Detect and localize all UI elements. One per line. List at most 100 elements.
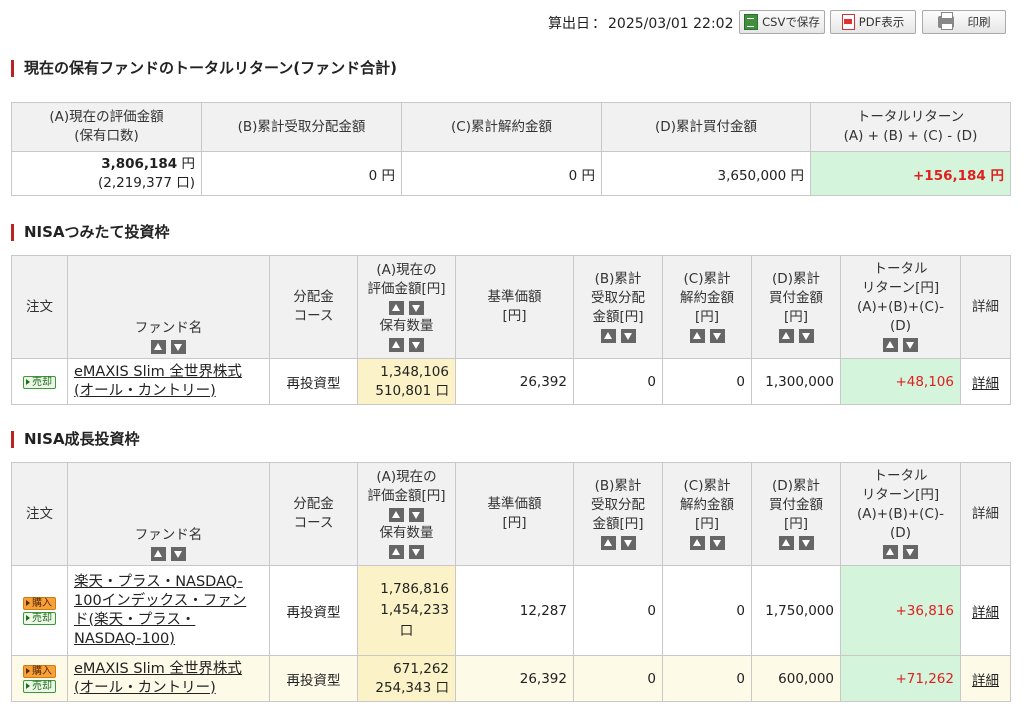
summary-value-row: 3,806,184 円 (2,219,377 口) 0 円 0 円 3,650,… — [11, 151, 1011, 196]
a-value-cell: 1,786,816 1,454,233 口 — [357, 565, 456, 656]
c-cell: 0 — [662, 358, 752, 405]
toolbar: 算出日： 2025/03/01 22:02 CSVで保存 PDF表示 印刷 — [0, 10, 1024, 36]
col-detail: 詳細 — [960, 462, 1011, 566]
summary-table: (A)現在の評価金額 (保有口数) (B)累計受取分配金額 (C)累計解約金額 (… — [11, 102, 1011, 196]
summary-value-a: 3,806,184 円 (2,219,377 口) — [11, 151, 202, 196]
sort-up-icon[interactable] — [600, 328, 616, 343]
b-cell: 0 — [573, 655, 663, 702]
summary-value-d: 3,650,000 円 — [601, 151, 811, 196]
pdf-view-label: PDF表示 — [858, 15, 905, 29]
col-b: (B)累計 受取分配 金額[円] — [573, 255, 663, 359]
sell-button[interactable]: 売却 — [23, 611, 56, 625]
a-value-cell: 671,262 254,343 口 — [357, 655, 456, 702]
col-c: (C)累計 解約金額 [円] — [662, 462, 752, 566]
tsumitate-table: 注文 ファンド名 分配金 コース (A)現在の 評価金額[円] 保有数量 基準価額[… — [11, 255, 1011, 405]
buy-button[interactable]: 購入 — [23, 664, 56, 678]
play-icon — [26, 600, 30, 606]
fund-link[interactable]: eMAXIS Slim 全世界株式 (オール・カントリー) — [74, 660, 263, 698]
summary-value-c: 0 円 — [401, 151, 602, 196]
summary-header-row: (A)現在の評価金額 (保有口数) (B)累計受取分配金額 (C)累計解約金額 (… — [11, 102, 1011, 152]
summary-header-total: トータルリターン (A) + (B) + (C) - (D) — [810, 102, 1011, 152]
csv-save-button[interactable]: CSVで保存 — [739, 10, 825, 34]
play-icon — [26, 379, 30, 386]
pdf-view-button[interactable]: PDF表示 — [830, 10, 916, 34]
b-cell: 0 — [573, 358, 663, 405]
sell-button[interactable]: 売却 — [23, 679, 56, 693]
fund-link[interactable]: eMAXIS Slim 全世界株式 (オール・カントリー) — [74, 363, 263, 401]
col-dist-course: 分配金 コース — [269, 462, 358, 566]
detail-link[interactable]: 詳細 — [972, 673, 999, 689]
csv-save-label: CSVで保存 — [762, 15, 820, 29]
detail-link[interactable]: 詳細 — [972, 376, 999, 392]
sort-up-icon[interactable] — [883, 338, 898, 352]
col-c: (C)累計 解約金額 [円] — [662, 255, 752, 359]
fund-name-cell: 楽天・プラス・NASDAQ- 100インデックス・ファン ド(楽天・プラス・ N… — [67, 565, 270, 656]
growth-header-row: 注文 ファンド名 分配金 コース (A)現在の 評価金額[円] 保有数量 基準価額[… — [11, 462, 1011, 566]
sort-down-icon[interactable] — [709, 328, 725, 343]
print-button[interactable]: 印刷 — [922, 10, 1006, 34]
sort-down-icon[interactable] — [409, 300, 424, 315]
sort-up-icon[interactable] — [151, 547, 166, 561]
sell-button[interactable]: 売却 — [23, 375, 56, 389]
col-order: 注文 — [11, 462, 68, 566]
col-fund-name: ファンド名 — [67, 255, 270, 359]
calc-date: 算出日： 2025/03/01 22:02 — [548, 16, 734, 32]
col-d: (D)累計 買付金額 [円] — [751, 462, 841, 566]
sort-down-icon[interactable] — [903, 545, 918, 559]
summary-header-c: (C)累計解約金額 — [401, 102, 602, 152]
sort-up-icon[interactable] — [389, 337, 404, 352]
table-row: 購入 売却 eMAXIS Slim 全世界株式 (オール・カントリー) 再投資型 … — [11, 655, 1011, 702]
col-fund-name: ファンド名 — [67, 462, 270, 566]
sort-up-icon[interactable] — [689, 535, 705, 550]
course-cell: 再投資型 — [269, 358, 358, 405]
d-cell: 1,300,000 — [751, 358, 841, 405]
growth-title: NISA成長投資枠 — [11, 431, 140, 448]
sort-up-icon[interactable] — [389, 507, 404, 522]
detail-cell: 詳細 — [960, 358, 1011, 405]
detail-cell: 詳細 — [960, 655, 1011, 702]
summary-title: 現在の保有ファンドのトータルリターン(ファンド合計) — [11, 60, 397, 77]
col-order: 注文 — [11, 255, 68, 359]
total-return-cell: +71,262 — [840, 655, 961, 702]
detail-link[interactable]: 詳細 — [972, 605, 999, 621]
order-cell: 購入 売却 — [11, 655, 68, 702]
course-cell: 再投資型 — [269, 565, 358, 656]
sort-up-icon[interactable] — [778, 535, 794, 550]
sort-down-icon[interactable] — [798, 328, 814, 343]
sort-down-icon[interactable] — [171, 547, 186, 561]
sort-down-icon[interactable] — [171, 340, 186, 354]
sort-up-icon[interactable] — [389, 300, 404, 315]
sort-down-icon[interactable] — [620, 535, 636, 550]
sort-up-icon[interactable] — [151, 340, 166, 354]
csv-icon — [744, 14, 759, 30]
col-d: (D)累計 買付金額 [円] — [751, 255, 841, 359]
sort-down-icon[interactable] — [903, 338, 918, 352]
col-total-return: トータル リターン[円] (A)+(B)+(C)-(D) — [840, 255, 961, 359]
sort-down-icon[interactable] — [709, 535, 725, 550]
sort-down-icon[interactable] — [409, 507, 424, 522]
sort-up-icon[interactable] — [778, 328, 794, 343]
sort-down-icon[interactable] — [409, 544, 424, 559]
sort-up-icon[interactable] — [600, 535, 616, 550]
tsumitate-header-row: 注文 ファンド名 分配金 コース (A)現在の 評価金額[円] 保有数量 基準価額[… — [11, 255, 1011, 359]
summary-value-b: 0 円 — [201, 151, 402, 196]
sort-up-icon[interactable] — [389, 544, 404, 559]
tsumitate-title: NISAつみたて投資枠 — [11, 224, 170, 241]
summary-header-a: (A)現在の評価金額 (保有口数) — [11, 102, 202, 152]
buy-button[interactable]: 購入 — [23, 596, 56, 610]
sort-up-icon[interactable] — [689, 328, 705, 343]
base-price-cell: 12,287 — [455, 565, 574, 656]
sort-down-icon[interactable] — [798, 535, 814, 550]
col-b: (B)累計 受取分配 金額[円] — [573, 462, 663, 566]
print-icon — [937, 12, 954, 30]
sort-up-icon[interactable] — [883, 545, 898, 559]
base-price-cell: 26,392 — [455, 655, 574, 702]
total-return-cell: +48,106 — [840, 358, 961, 405]
fund-link[interactable]: 楽天・プラス・NASDAQ- 100インデックス・ファン ド(楽天・プラス・ N… — [74, 573, 263, 649]
base-price-cell: 26,392 — [455, 358, 574, 405]
sort-down-icon[interactable] — [620, 328, 636, 343]
col-a-value: (A)現在の 評価金額[円] 保有数量 — [357, 255, 456, 359]
col-base-price: 基準価額 [円] — [455, 255, 574, 359]
sort-down-icon[interactable] — [409, 337, 424, 352]
col-detail: 詳細 — [960, 255, 1011, 359]
